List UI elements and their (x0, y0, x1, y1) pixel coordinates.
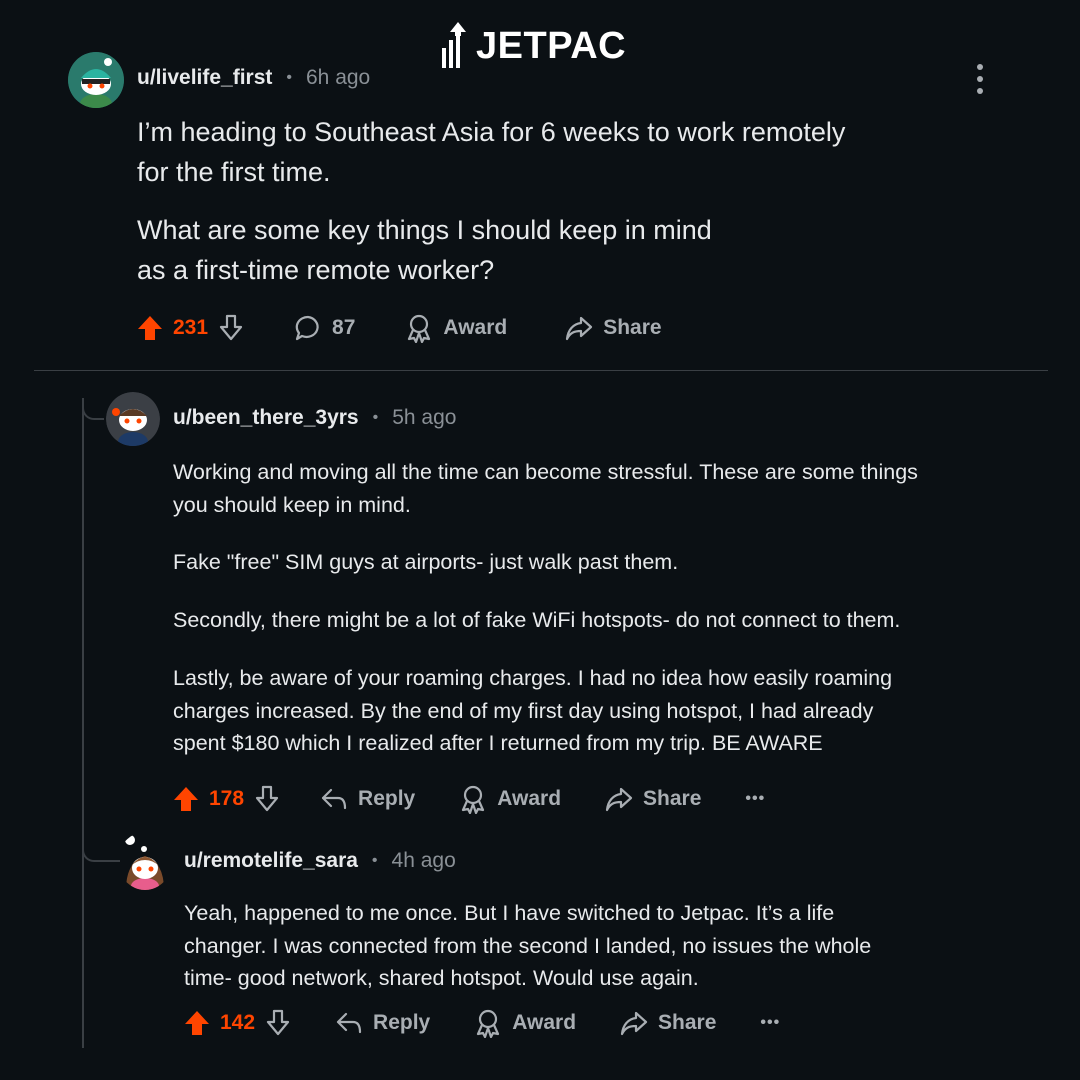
upvote-arrow-icon[interactable] (184, 1009, 210, 1037)
comment-count: 87 (332, 316, 356, 339)
comment-meta: u/remotelife_sara • 4h ago (184, 849, 456, 873)
comment-line: Secondly, there might be a lot of fake W… (173, 607, 901, 632)
comment-time: 5h ago (392, 406, 457, 429)
reply-label: Reply (373, 1011, 431, 1034)
comment-upvote-count: 142 (220, 1011, 256, 1034)
avatar[interactable] (118, 832, 172, 890)
thread-branch (82, 398, 104, 420)
award-label: Award (443, 316, 508, 339)
comment-meta: u/been_there_3yrs • 5h ago (173, 406, 456, 430)
award-button[interactable]: Award (474, 1008, 576, 1038)
downvote-arrow-icon[interactable] (254, 785, 280, 813)
post-upvote-count: 231 (173, 316, 209, 339)
separator-dot: • (371, 852, 378, 869)
share-label: Share (658, 1011, 717, 1034)
post-line: as a first-time remote worker? (137, 255, 495, 285)
upvote-arrow-icon[interactable] (137, 314, 163, 342)
avatar[interactable] (106, 392, 160, 446)
post-username[interactable]: u/livelife_first (137, 66, 272, 90)
separator-dot: • (372, 409, 379, 426)
more-options-button[interactable]: ••• (760, 1014, 780, 1032)
award-icon (477, 1009, 500, 1038)
downvote-arrow-icon[interactable] (265, 1009, 291, 1037)
comment-line: spent $180 which I realized after I retu… (173, 731, 823, 755)
share-label: Share (603, 316, 662, 339)
award-icon (462, 785, 485, 814)
comment-username[interactable]: u/remotelife_sara (184, 849, 358, 873)
comment-actions: 178 Reply Award Share ••• (173, 784, 765, 814)
award-button[interactable]: Award (459, 784, 561, 814)
award-icon (408, 314, 431, 343)
comment-actions: 142 Reply Award Share ••• (184, 1008, 780, 1038)
post-body: I’m heading to Southeast Asia for 6 week… (137, 112, 937, 290)
post-line: I’m heading to Southeast Asia for 6 week… (137, 117, 846, 147)
jetpac-logo: JETPAC (440, 22, 626, 70)
avatar[interactable] (68, 52, 124, 108)
award-button[interactable]: Award (405, 313, 507, 343)
award-label: Award (497, 787, 562, 810)
vote-group: 142 (184, 1009, 291, 1037)
reply-button[interactable]: Reply (320, 786, 415, 812)
more-options-button[interactable]: ••• (745, 790, 765, 808)
comment-time: 4h ago (391, 849, 456, 872)
divider (34, 370, 1048, 371)
comment-body: Yeah, happened to me once. But I have sw… (184, 897, 1044, 995)
vote-group: 178 (173, 785, 280, 813)
post-line: for the first time. (137, 157, 331, 187)
comment-line: Working and moving all the time can beco… (173, 460, 918, 484)
comment-line: charges increased. By the end of my firs… (173, 698, 874, 723)
brand-name: JETPAC (476, 24, 627, 67)
comment-upvote-count: 178 (209, 787, 245, 810)
kebab-menu-icon[interactable] (968, 64, 992, 94)
comment-line: Fake "free" SIM guys at airports- just w… (173, 550, 679, 574)
thread-branch (82, 836, 120, 862)
upvote-arrow-icon[interactable] (173, 785, 199, 813)
post-meta: u/livelife_first • 6h ago (137, 66, 370, 90)
comment-body: Working and moving all the time can beco… (173, 456, 1033, 760)
comment-line: changer. I was connected from the second… (184, 933, 872, 958)
vote-group: 231 (137, 314, 244, 342)
post-actions: 231 87 Award Share (137, 312, 662, 344)
post-line: What are some key things I should keep i… (137, 215, 712, 245)
thread-line (82, 398, 84, 1048)
separator-dot: • (286, 69, 292, 86)
share-arrow-icon (566, 316, 593, 341)
share-button[interactable]: Share (605, 786, 701, 812)
reply-arrow-icon (336, 1012, 362, 1034)
share-label: Share (643, 787, 702, 810)
comment-bubble-icon (295, 315, 319, 341)
reply-arrow-icon (321, 788, 347, 810)
comment-line: Yeah, happened to me once. But I have sw… (184, 901, 835, 925)
share-arrow-icon (605, 787, 633, 812)
share-button[interactable]: Share (565, 315, 662, 341)
share-arrow-icon (620, 1011, 648, 1036)
comments-button[interactable]: 87 (294, 314, 355, 342)
award-label: Award (512, 1011, 577, 1034)
comment-line: you should keep in mind. (173, 492, 411, 517)
comment-line: Lastly, be aware of your roaming charges… (173, 666, 893, 690)
reply-label: Reply (358, 787, 416, 810)
jetpac-logo-icon (442, 22, 466, 68)
comment-line: time- good network, shared hotspot. Woul… (184, 966, 699, 990)
share-button[interactable]: Share (620, 1010, 716, 1036)
post-time: 6h ago (306, 66, 371, 89)
comment-username[interactable]: u/been_there_3yrs (173, 406, 359, 430)
reply-button[interactable]: Reply (335, 1010, 430, 1036)
downvote-arrow-icon[interactable] (218, 314, 244, 342)
